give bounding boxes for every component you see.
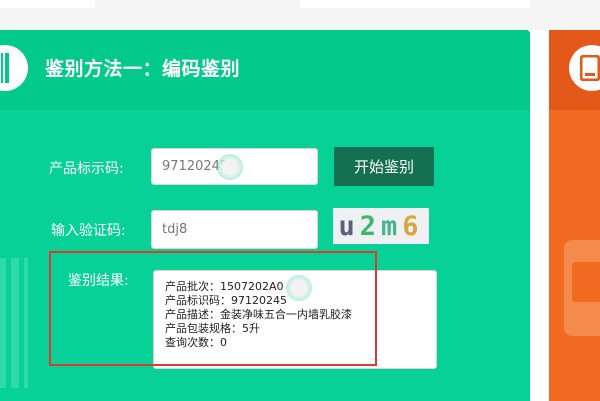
captcha-image[interactable]: u2m6 <box>333 208 429 244</box>
panel-title: 鉴别方法一：编码鉴别 <box>45 58 241 80</box>
verify-code-value: tdj8 <box>162 222 188 237</box>
captcha-char: u <box>338 210 360 242</box>
panel-header: 鉴别方法一：编码鉴别 <box>0 30 530 110</box>
captcha-char: m <box>381 210 403 242</box>
captcha-char: 2 <box>359 210 381 242</box>
result-highlight-box <box>49 251 377 366</box>
top-tab[interactable] <box>300 0 530 8</box>
start-verification-button[interactable]: 开始鉴别 <box>334 147 434 186</box>
top-bar <box>0 0 600 30</box>
next-method-panel[interactable] <box>549 30 600 401</box>
barcode-watermark-icon <box>0 258 28 388</box>
code-verification-panel: 鉴别方法一：编码鉴别 产品标示码: 97120245 开始鉴别 输入验证码: t… <box>0 30 530 401</box>
phone-icon <box>569 45 600 91</box>
top-tab[interactable] <box>0 0 95 8</box>
barcode-icon <box>0 45 28 91</box>
phone-watermark-icon <box>564 240 600 336</box>
verify-code-input[interactable]: tdj8 <box>151 210 318 249</box>
redaction-mark <box>217 154 243 180</box>
product-code-label: 产品标示码: <box>49 161 124 177</box>
captcha-char: 6 <box>402 210 424 242</box>
side-panel-header <box>549 30 600 110</box>
verify-code-label: 输入验证码: <box>51 223 126 239</box>
